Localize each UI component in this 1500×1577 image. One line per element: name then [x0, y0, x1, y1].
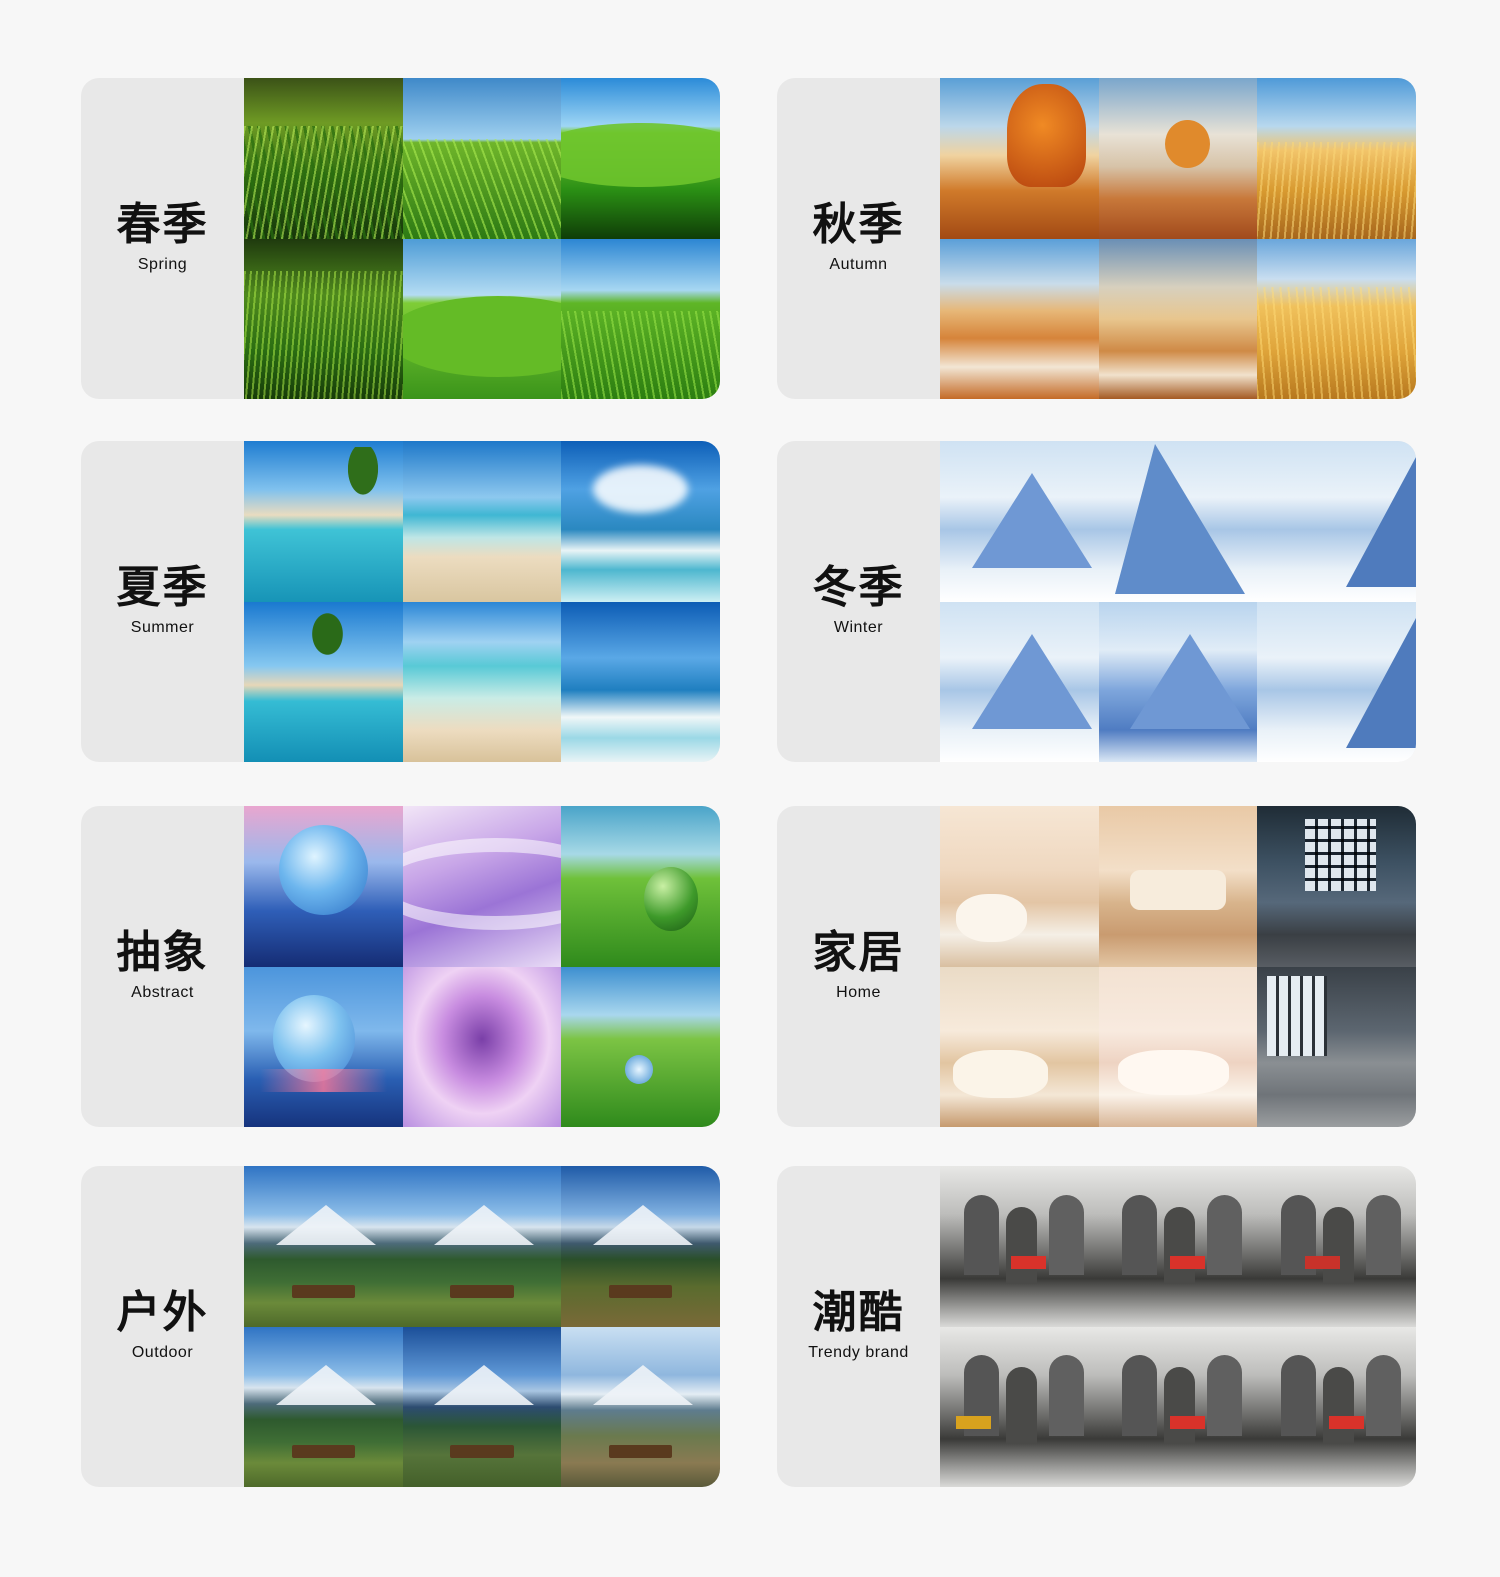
category-title-en: Trendy brand: [808, 1344, 909, 1361]
category-card-spring[interactable]: 春季 Spring: [81, 78, 720, 399]
image-tile[interactable]: [561, 78, 720, 239]
category-title-zh: 春季: [116, 199, 209, 250]
category-title-en: Winter: [833, 619, 884, 636]
category-title-en: Spring: [137, 256, 188, 273]
image-tile[interactable]: [244, 601, 403, 762]
image-tile[interactable]: [1257, 441, 1416, 602]
category-card-home[interactable]: 家居 Home: [777, 806, 1416, 1127]
image-tile[interactable]: [402, 1166, 562, 1327]
image-tile[interactable]: [1098, 78, 1258, 239]
category-title-en: Outdoor: [131, 1344, 194, 1361]
category-card-abstract[interactable]: 抽象 Abstract: [81, 806, 720, 1127]
category-label-panel: 冬季 Winter: [777, 441, 940, 762]
category-title-zh: 夏季: [116, 562, 209, 613]
image-tile[interactable]: [940, 1326, 1099, 1487]
image-grid: [244, 1166, 720, 1487]
image-grid: [940, 78, 1416, 399]
image-tile[interactable]: [244, 78, 403, 239]
image-tile[interactable]: [940, 441, 1099, 602]
image-tile[interactable]: [1257, 1166, 1416, 1327]
category-title-zh: 抽象: [116, 927, 209, 978]
image-tile[interactable]: [1257, 1326, 1416, 1487]
category-label-panel: 户外 Outdoor: [81, 1166, 244, 1487]
image-tile[interactable]: [244, 238, 403, 399]
image-tile[interactable]: [561, 1326, 720, 1487]
image-grid: [940, 441, 1416, 762]
image-tile[interactable]: [402, 601, 562, 762]
image-tile[interactable]: [244, 1326, 403, 1487]
image-tile[interactable]: [1257, 601, 1416, 762]
image-tile[interactable]: [402, 441, 562, 602]
image-tile[interactable]: [940, 601, 1099, 762]
image-tile[interactable]: [1257, 238, 1416, 399]
image-tile[interactable]: [1098, 1326, 1258, 1487]
image-tile[interactable]: [402, 238, 562, 399]
category-title-zh: 家居: [812, 927, 905, 978]
image-tile[interactable]: [244, 1166, 403, 1327]
category-label-panel: 家居 Home: [777, 806, 940, 1127]
category-label-panel: 春季 Spring: [81, 78, 244, 399]
image-grid: [244, 78, 720, 399]
image-grid: [940, 1166, 1416, 1487]
image-tile[interactable]: [940, 966, 1099, 1127]
image-tile[interactable]: [940, 238, 1099, 399]
image-tile[interactable]: [402, 966, 562, 1127]
image-tile[interactable]: [561, 966, 720, 1127]
category-title-en: Summer: [130, 619, 195, 636]
image-tile[interactable]: [561, 806, 720, 967]
image-tile[interactable]: [940, 1166, 1099, 1327]
image-tile[interactable]: [1098, 441, 1258, 602]
image-tile[interactable]: [1098, 1166, 1258, 1327]
category-label-panel: 秋季 Autumn: [777, 78, 940, 399]
image-tile[interactable]: [244, 806, 403, 967]
category-label-panel: 夏季 Summer: [81, 441, 244, 762]
category-title-zh: 冬季: [812, 562, 905, 613]
image-tile[interactable]: [402, 78, 562, 239]
image-tile[interactable]: [1257, 78, 1416, 239]
category-label-panel: 抽象 Abstract: [81, 806, 244, 1127]
image-tile[interactable]: [1098, 238, 1258, 399]
image-tile[interactable]: [561, 1166, 720, 1327]
image-tile[interactable]: [402, 806, 562, 967]
image-tile[interactable]: [561, 441, 720, 602]
image-grid: [940, 806, 1416, 1127]
category-title-zh: 秋季: [812, 199, 905, 250]
category-card-winter[interactable]: 冬季 Winter: [777, 441, 1416, 762]
category-title-zh: 潮酷: [812, 1287, 905, 1338]
image-tile[interactable]: [1098, 806, 1258, 967]
category-title-zh: 户外: [116, 1287, 209, 1338]
category-label-panel: 潮酷 Trendy brand: [777, 1166, 940, 1487]
image-grid: [244, 806, 720, 1127]
image-tile[interactable]: [1257, 966, 1416, 1127]
image-tile[interactable]: [1257, 806, 1416, 967]
category-title-en: Home: [836, 984, 881, 1001]
image-tile[interactable]: [244, 966, 403, 1127]
category-card-outdoor[interactable]: 户外 Outdoor: [81, 1166, 720, 1487]
image-tile[interactable]: [561, 601, 720, 762]
category-card-autumn[interactable]: 秋季 Autumn: [777, 78, 1416, 399]
image-tile[interactable]: [940, 806, 1099, 967]
category-card-trendy-brand[interactable]: 潮酷 Trendy brand: [777, 1166, 1416, 1487]
image-grid: [244, 441, 720, 762]
image-tile[interactable]: [402, 1326, 562, 1487]
image-tile[interactable]: [1098, 966, 1258, 1127]
image-tile[interactable]: [244, 441, 403, 602]
image-tile[interactable]: [561, 238, 720, 399]
category-title-en: Abstract: [131, 984, 194, 1001]
category-card-summer[interactable]: 夏季 Summer: [81, 441, 720, 762]
category-title-en: Autumn: [829, 256, 888, 273]
image-tile[interactable]: [940, 78, 1099, 239]
image-tile[interactable]: [1098, 601, 1258, 762]
